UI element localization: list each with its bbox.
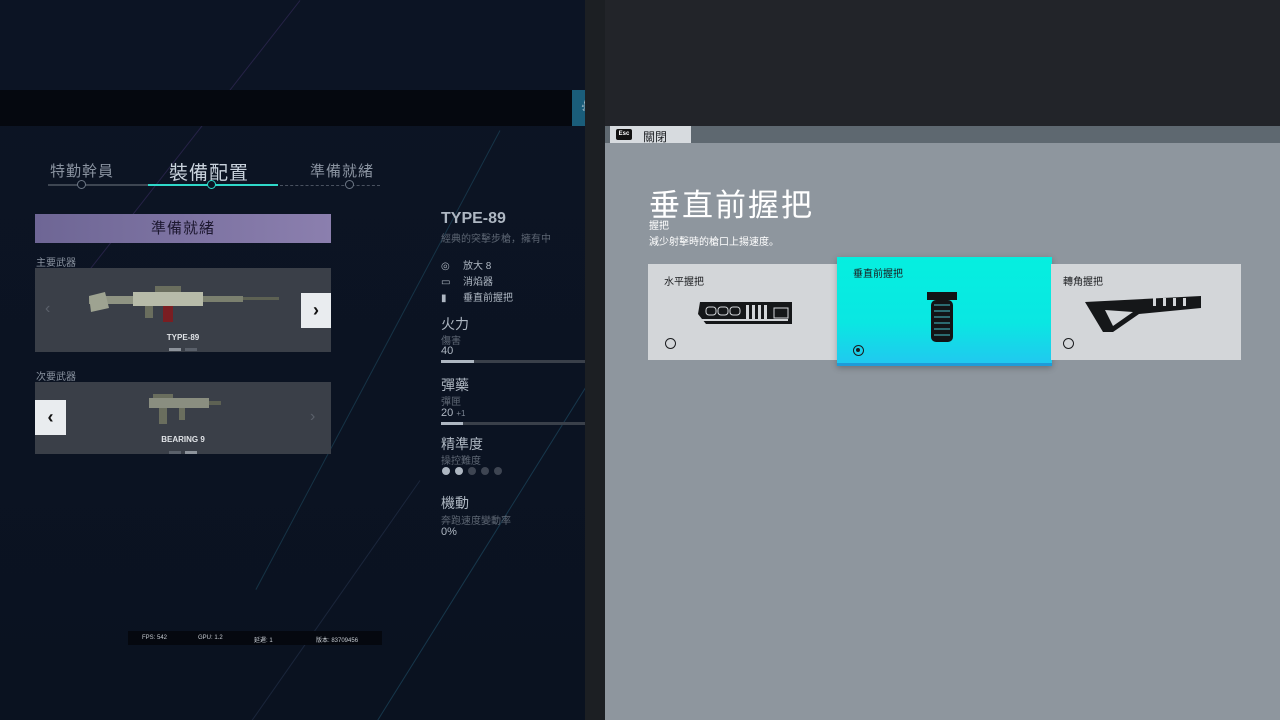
- performance-readout: FPS: 542 GPU: 1.2 延遲: 1 版本: 83709456: [128, 631, 382, 645]
- grip-icon: ▮: [441, 293, 447, 304]
- vertical-grip-icon: [927, 292, 957, 342]
- prev-arrow-icon: ‹: [45, 300, 51, 317]
- stat-ammo-title: 彈藥: [441, 377, 469, 393]
- tab-track: [280, 185, 380, 186]
- scope-icon: ◎: [441, 261, 450, 272]
- screen: ☠ 特勤幹員 裝備配置 準備就緒 準備就緒 主要武器 ‹ › TYPE-89 次…: [0, 0, 1280, 720]
- pager-dot: [169, 451, 181, 454]
- gpu-readout: GPU: 1.2: [198, 635, 223, 641]
- close-strip: [605, 126, 1280, 143]
- next-primary-button[interactable]: ›: [301, 293, 331, 328]
- horizontal-grip-icon: [698, 302, 792, 324]
- stat-mobility-title: 機動: [441, 495, 469, 511]
- attachment-scope[interactable]: ◎ 放大 8: [441, 257, 491, 272]
- bg-streak: [367, 380, 591, 720]
- fps-readout: FPS: 542: [142, 635, 168, 641]
- stat-firepower-bar: [441, 360, 586, 363]
- option-vertical-grip[interactable]: 垂直前握把: [837, 257, 1052, 366]
- accuracy-dot: [494, 467, 502, 475]
- pager-dot: [169, 348, 181, 351]
- option-radio[interactable]: [1063, 338, 1074, 349]
- option-label: 水平握把: [664, 277, 704, 288]
- next-arrow-icon: ›: [310, 408, 316, 425]
- accuracy-dot: [468, 467, 476, 475]
- stat-mobility-value: 0%: [441, 526, 457, 538]
- tab-ready[interactable]: 準備就緒: [310, 160, 374, 181]
- secondary-weapon-card[interactable]: ‹ › BEARING 9: [35, 382, 331, 454]
- weapon-description: 經典的突擊步槍，擁有中: [441, 234, 551, 245]
- secondary-weapon-label: 次要武器: [36, 372, 76, 383]
- secondary-weapon-name: BEARING 9: [161, 435, 205, 444]
- close-button[interactable]: Esc 關閉: [610, 126, 691, 144]
- stat-firepower-value: 40: [441, 345, 454, 357]
- primary-weapon-card[interactable]: ‹ › TYPE-89: [35, 268, 331, 352]
- stat-ammo-fill: [441, 422, 463, 425]
- angled-grip-icon: [1085, 296, 1201, 332]
- suppressor-icon: ▭: [441, 277, 451, 288]
- option-radio-selected[interactable]: [853, 345, 864, 356]
- stat-firepower-title: 火力: [441, 316, 469, 332]
- prev-secondary-button[interactable]: ‹: [35, 400, 66, 435]
- stat-accuracy-sub: 操控難度: [441, 456, 481, 467]
- accuracy-dot: [442, 467, 450, 475]
- option-label: 垂直前握把: [853, 269, 903, 280]
- primary-weapon-name: TYPE-89: [166, 333, 200, 342]
- option-angled-grip[interactable]: 轉角握把: [1051, 264, 1241, 360]
- bg-streak: [247, 480, 421, 720]
- ready-banner[interactable]: 準備就緒: [35, 214, 331, 243]
- top-bar: [0, 90, 605, 126]
- stat-mobility-sub: 奔跑速度變動率: [441, 516, 511, 527]
- esc-key-icon: Esc: [616, 129, 632, 140]
- attachment-grip[interactable]: ▮ 垂直前握把: [441, 289, 513, 304]
- tab-dot: [77, 180, 86, 189]
- stat-ammo-value: 20 +1: [441, 407, 466, 419]
- attachment-category: 握把: [649, 221, 669, 232]
- tab-track: [48, 184, 148, 186]
- accuracy-dot: [455, 467, 463, 475]
- option-label: 轉角握把: [1063, 277, 1103, 288]
- latency-readout: 延遲: 1: [254, 638, 273, 644]
- tab-dot: [345, 180, 354, 189]
- type89-rifle-icon: [89, 286, 279, 322]
- tab-operators[interactable]: 特勤幹員: [50, 160, 114, 181]
- attachment-barrel[interactable]: ▭ 消焰器: [441, 273, 493, 288]
- accuracy-dot: [481, 467, 489, 475]
- option-horizontal-grip[interactable]: 水平握把: [648, 264, 838, 360]
- stat-accuracy-title: 精準度: [441, 436, 483, 452]
- attachment-panel: [605, 143, 1280, 720]
- weapon-title: TYPE-89: [441, 210, 506, 227]
- loadout-tabs: 特勤幹員 裝備配置 準備就緒: [48, 160, 408, 190]
- stat-firepower-fill: [441, 360, 475, 363]
- selected-underline: [837, 363, 1052, 366]
- version-readout: 版本: 83709456: [316, 638, 359, 644]
- pager-dot: [185, 451, 197, 454]
- tab-dot-active: [207, 180, 216, 189]
- bearing9-smg-icon: [149, 394, 221, 424]
- option-radio[interactable]: [665, 338, 676, 349]
- overlay-top: [605, 0, 1280, 126]
- attachment-description: 減少射擊時的槍口上揚速度。: [649, 237, 779, 248]
- attachment-title: 垂直前握把: [649, 188, 814, 223]
- pager-dot: [185, 348, 197, 351]
- stat-ammo-sub: 彈匣: [441, 397, 461, 408]
- panel-divider: [585, 0, 605, 720]
- stat-ammo-bar: [441, 422, 586, 425]
- primary-weapon-label: 主要武器: [36, 258, 76, 269]
